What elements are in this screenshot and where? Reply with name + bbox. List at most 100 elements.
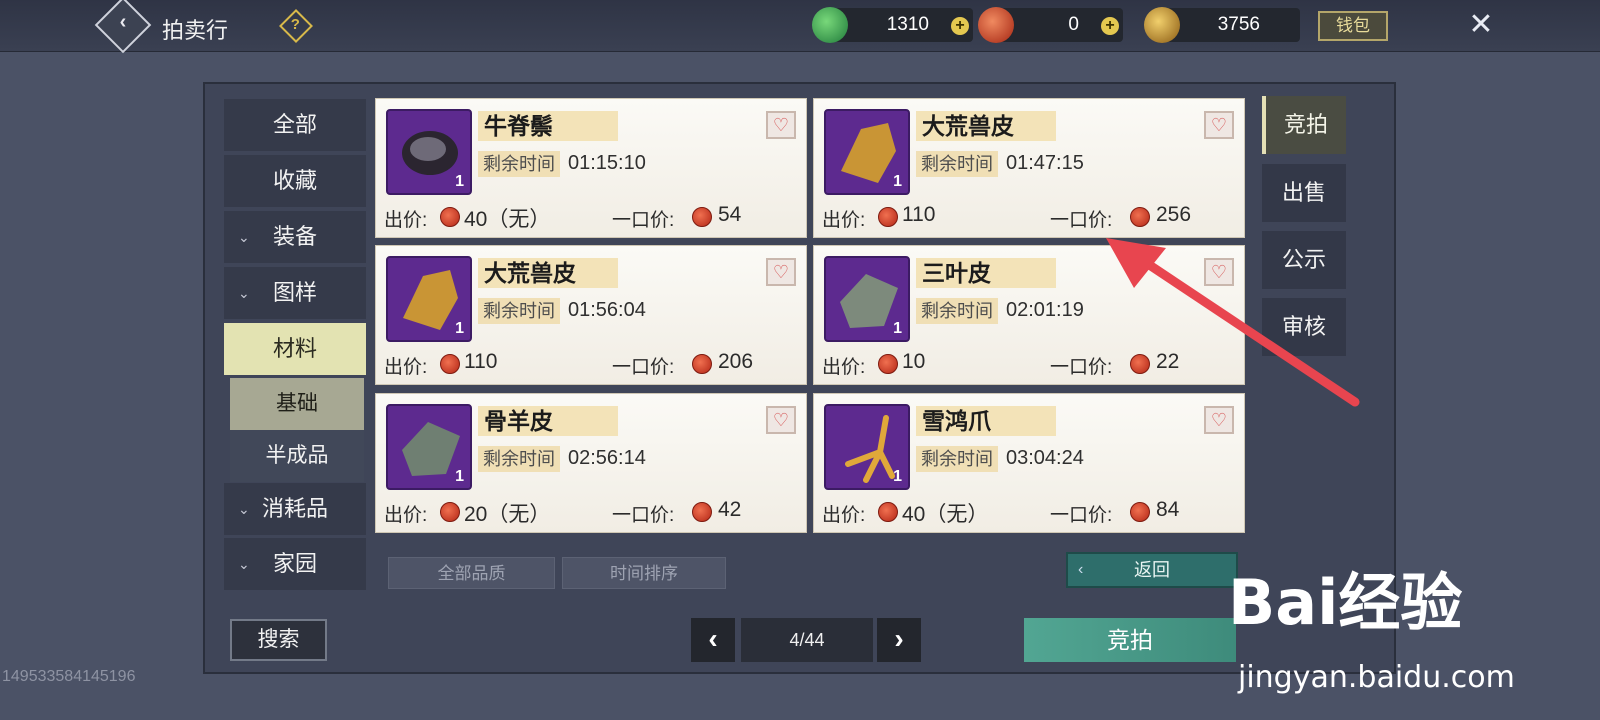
item-quantity: 1 (893, 320, 902, 337)
tab-sell[interactable]: 出售 (1262, 164, 1346, 222)
remaining-time-label: 剩余时间 (478, 298, 560, 324)
chevron-down-icon: ⌄ (238, 501, 250, 517)
item-name: 骨羊皮 (478, 406, 618, 436)
remaining-time-label: 剩余时间 (478, 151, 560, 177)
remaining-time: 01:56:04 (568, 299, 646, 321)
sidebar-item-basic[interactable]: 基础 (230, 378, 364, 430)
buyout-price: 84 (1156, 498, 1180, 521)
coin-icon (1130, 207, 1150, 227)
bid-price: 40（无） (902, 503, 989, 526)
sidebar-item-equipment[interactable]: ⌄ 装备 (224, 211, 366, 263)
bid-price: 40（无） (464, 208, 551, 231)
coin-icon (878, 354, 898, 374)
bid-label: 出价: (822, 505, 866, 526)
chevron-left-icon: ‹ (1078, 561, 1084, 578)
listing-card[interactable]: 1 骨羊皮 剩余时间 02:56:14 ♡ 出价: 20（无） 一口价: 42 (375, 393, 807, 533)
bid-price: 20（无） (464, 503, 551, 526)
buyout-label: 一口价: (1050, 210, 1113, 231)
return-button[interactable]: ‹ 返回 (1066, 552, 1238, 588)
item-thumbnail: 1 (386, 256, 472, 342)
watermark-site: jingyan.baidu.com (1238, 660, 1515, 695)
bid-label: 出价: (384, 505, 428, 526)
favorite-heart-icon[interactable]: ♡ (1204, 111, 1234, 139)
listing-card[interactable]: 1 牛脊鬃 剩余时间 01:15:10 ♡ 出价: 40（无） 一口价: 54 (375, 98, 807, 238)
add-currency-button[interactable]: + (1101, 17, 1119, 35)
coin-icon (692, 207, 712, 227)
item-quantity: 1 (455, 468, 464, 485)
buyout-price: 54 (718, 203, 742, 226)
annotation-arrow (1106, 238, 1360, 407)
sidebar-item-favorites[interactable]: 收藏 (224, 155, 366, 207)
coin-icon (878, 502, 898, 522)
sidebar-item-semi-finished[interactable]: 半成品 (230, 430, 364, 482)
time-sort-button[interactable]: 时间排序 (562, 557, 726, 589)
buyout-label: 一口价: (1050, 505, 1113, 526)
remaining-time: 02:56:14 (568, 447, 646, 469)
sidebar-item-consumables[interactable]: ⌄ 消耗品 (224, 483, 366, 535)
wallet-button[interactable]: 钱包 (1318, 11, 1388, 41)
buyout-label: 一口价: (612, 210, 675, 231)
item-thumbnail: 1 (386, 404, 472, 490)
listing-card[interactable]: 1 雪鸿爪 剩余时间 03:04:24 ♡ 出价: 40（无） 一口价: 84 (813, 393, 1245, 533)
currency-red-coin: 0 + (978, 7, 1123, 43)
red-coin-icon (978, 7, 1014, 43)
item-thumbnail: 1 (386, 109, 472, 195)
sidebar-item-home[interactable]: ⌄ 家园 (224, 538, 366, 590)
currency-gold: 3756 (1144, 7, 1300, 43)
favorite-heart-icon[interactable]: ♡ (766, 111, 796, 139)
next-page-button[interactable]: › (877, 618, 921, 662)
listing-card[interactable]: 1 大荒兽皮 剩余时间 01:56:04 ♡ 出价: 110 一口价: 206 (375, 245, 807, 385)
baidu-watermark-logo: Bai经验 (1228, 566, 1462, 639)
bid-label: 出价: (384, 357, 428, 378)
favorite-heart-icon[interactable]: ♡ (766, 406, 796, 434)
bid-button[interactable]: 竞拍 (1024, 618, 1236, 662)
sidebar-item-patterns[interactable]: ⌄ 图样 (224, 267, 366, 319)
close-icon[interactable]: ✕ (1462, 6, 1500, 44)
remaining-time-label: 剩余时间 (916, 298, 998, 324)
buyout-label: 一口价: (612, 357, 675, 378)
item-name: 大荒兽皮 (916, 111, 1056, 141)
coin-icon (1130, 502, 1150, 522)
bid-label: 出价: (384, 210, 428, 231)
item-thumbnail: 1 (824, 256, 910, 342)
item-name: 三叶皮 (916, 258, 1056, 288)
watermark-brand: Bai经验 (1228, 566, 1462, 639)
item-name: 大荒兽皮 (478, 258, 618, 288)
coin-icon (440, 207, 460, 227)
item-quantity: 1 (455, 320, 464, 337)
currency-amount: 1310 (886, 14, 929, 35)
buyout-price: 206 (718, 350, 754, 373)
coin-icon (692, 502, 712, 522)
remaining-time: 01:47:15 (1006, 152, 1084, 174)
remaining-time: 03:04:24 (1006, 447, 1084, 469)
coin-icon (878, 207, 898, 227)
jade-icon (812, 7, 848, 43)
item-thumbnail: 1 (824, 404, 910, 490)
item-quantity: 1 (455, 173, 464, 190)
buyout-label: 一口价: (612, 505, 675, 526)
sidebar-item-all[interactable]: 全部 (224, 99, 366, 151)
item-name: 雪鸿爪 (916, 406, 1056, 436)
coin-icon (440, 502, 460, 522)
chevron-down-icon: ⌄ (238, 285, 250, 301)
sidebar-item-materials[interactable]: 材料 (224, 323, 366, 375)
add-currency-button[interactable]: + (951, 17, 969, 35)
player-id: 149533584145196 (2, 668, 136, 685)
item-name: 牛脊鬃 (478, 111, 618, 141)
currency-amount: 0 (1068, 14, 1079, 35)
item-quantity: 1 (893, 173, 902, 190)
favorite-heart-icon[interactable]: ♡ (766, 258, 796, 286)
quality-filter-button[interactable]: 全部品质 (388, 557, 555, 589)
favorite-heart-icon[interactable]: ♡ (1204, 406, 1234, 434)
bid-label: 出价: (822, 210, 866, 231)
listing-card[interactable]: 1 大荒兽皮 剩余时间 01:47:15 ♡ 出价: 110 一口价: 256 (813, 98, 1245, 238)
coin-icon (692, 354, 712, 374)
remaining-time: 01:15:10 (568, 152, 646, 174)
buyout-price: 256 (1156, 203, 1192, 226)
currency-amount: 3756 (1217, 14, 1260, 35)
tab-bid[interactable]: 竞拍 (1262, 96, 1346, 154)
chevron-down-icon: ⌄ (238, 556, 250, 572)
prev-page-button[interactable]: ‹ (691, 618, 735, 662)
search-button[interactable]: 搜索 (230, 619, 327, 661)
currency-jade: 1310 + (812, 7, 973, 43)
